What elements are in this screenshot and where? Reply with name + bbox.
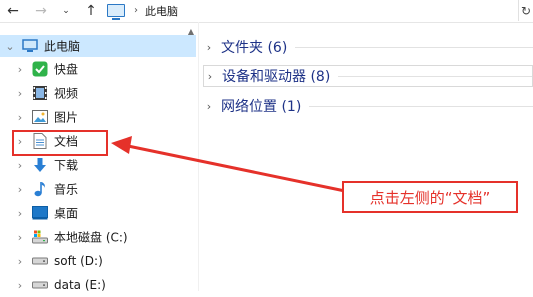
annotation-callout: 点击左侧的“文档” (342, 181, 518, 213)
annotation-arrow (111, 136, 346, 193)
